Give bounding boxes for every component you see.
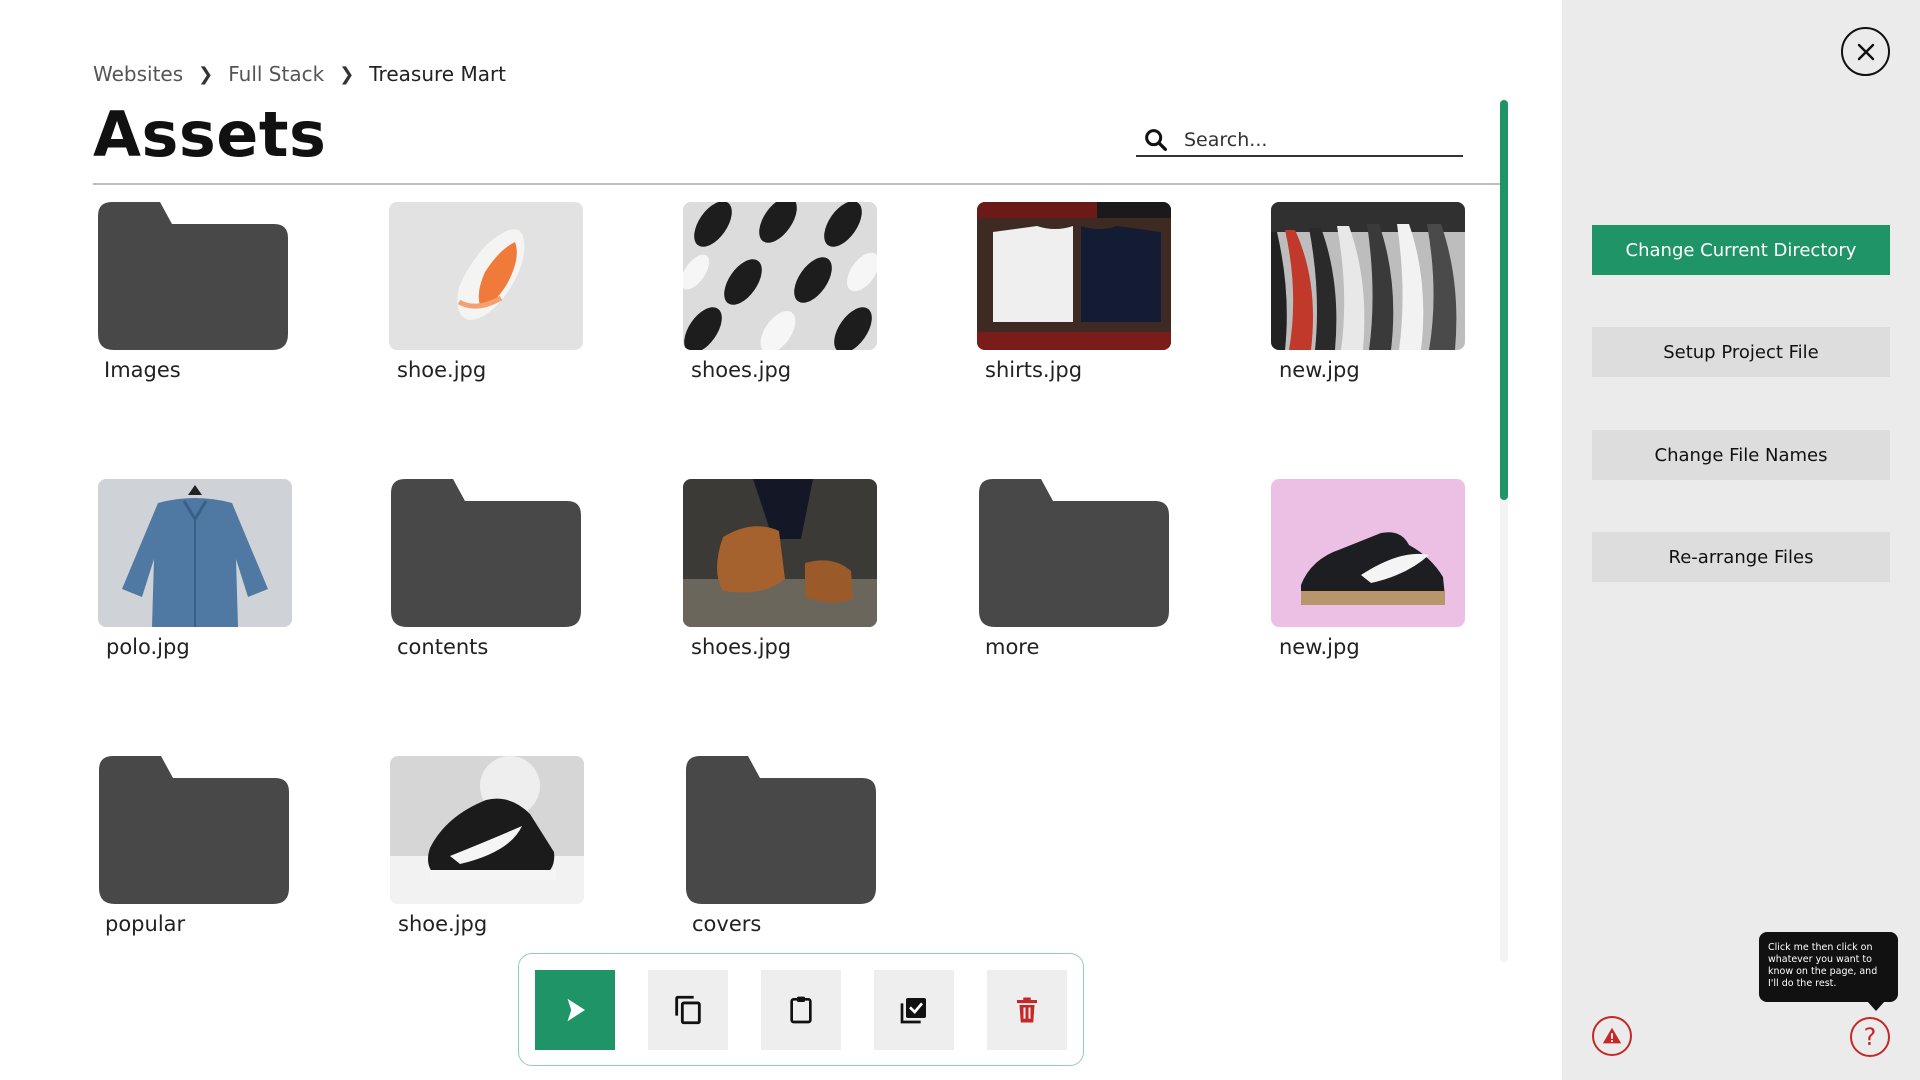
- setup-project-file-button[interactable]: Setup Project File: [1592, 327, 1890, 377]
- asset-name: covers: [692, 912, 762, 936]
- image-thumbnail: [1271, 479, 1465, 627]
- asset-tile[interactable]: new.jpg: [1271, 202, 1471, 402]
- breadcrumb-item-current: Treasure Mart: [369, 62, 507, 86]
- trash-icon: [1017, 997, 1037, 1023]
- asset-tile[interactable]: contents: [389, 479, 589, 679]
- pointer-tool-button[interactable]: [535, 970, 615, 1050]
- asset-name: more: [985, 635, 1040, 659]
- report-issue-button[interactable]: [1592, 1016, 1632, 1056]
- asset-name: popular: [105, 912, 186, 936]
- asset-tile[interactable]: shoe.jpg: [390, 756, 590, 956]
- clipboard-icon: [790, 996, 812, 1024]
- delete-button[interactable]: [987, 970, 1067, 1050]
- search-icon: [1145, 128, 1167, 151]
- asset-tile[interactable]: popular: [97, 756, 297, 956]
- asset-name: contents: [397, 635, 489, 659]
- change-file-names-button[interactable]: Change File Names: [1592, 430, 1890, 480]
- asset-tile[interactable]: more: [977, 479, 1177, 679]
- asset-tile[interactable]: covers: [684, 756, 884, 956]
- help-tooltip: Click me then click on whatever you want…: [1759, 932, 1898, 1011]
- asset-tile[interactable]: polo.jpg: [98, 479, 298, 679]
- file-toolbar: [518, 953, 1084, 1066]
- breadcrumb-item-full-stack[interactable]: Full Stack: [228, 62, 324, 86]
- question-mark-icon: ?: [1863, 1023, 1877, 1051]
- paste-button[interactable]: [761, 970, 841, 1050]
- scrollbar-thumb[interactable]: [1500, 100, 1508, 500]
- folder-icon: [99, 756, 289, 904]
- select-all-icon: [900, 998, 926, 1024]
- copy-icon: [675, 995, 701, 1025]
- folder-icon: [979, 479, 1169, 627]
- asset-name: shoes.jpg: [691, 358, 792, 382]
- breadcrumb-item-websites[interactable]: Websites: [93, 62, 183, 86]
- header-divider: [93, 183, 1500, 185]
- rearrange-files-button[interactable]: Re-arrange Files: [1592, 532, 1890, 582]
- warning-icon: [1602, 1027, 1622, 1044]
- asset-tile[interactable]: shoes.jpg: [683, 479, 883, 679]
- asset-name: polo.jpg: [106, 635, 190, 659]
- asset-name: shirts.jpg: [985, 358, 1083, 382]
- pointer-icon: [567, 998, 585, 1022]
- image-thumbnail: [977, 202, 1171, 350]
- main-panel: Websites ❯ Full Stack ❯ Treasure Mart As…: [0, 0, 1562, 1080]
- image-thumbnail: [98, 479, 292, 627]
- search-input[interactable]: [1184, 128, 1444, 151]
- asset-tile[interactable]: new.jpg: [1271, 479, 1471, 679]
- image-thumbnail: [683, 202, 877, 350]
- asset-name: new.jpg: [1279, 635, 1360, 659]
- folder-icon: [98, 202, 288, 350]
- folder-icon: [391, 479, 581, 627]
- asset-name: shoes.jpg: [691, 635, 792, 659]
- help-button[interactable]: ?: [1850, 1017, 1890, 1057]
- asset-tile[interactable]: Images: [96, 202, 296, 402]
- asset-tile[interactable]: shoe.jpg: [389, 202, 589, 402]
- select-all-button[interactable]: [874, 970, 954, 1050]
- search-bar: [1136, 124, 1463, 157]
- copy-button[interactable]: [648, 970, 728, 1050]
- close-button[interactable]: [1841, 27, 1890, 76]
- asset-name: Images: [104, 358, 181, 382]
- folder-icon: [686, 756, 876, 904]
- asset-tile[interactable]: shoes.jpg: [683, 202, 883, 402]
- image-thumbnail: [683, 479, 877, 627]
- asset-name: shoe.jpg: [398, 912, 488, 936]
- image-thumbnail: [1271, 202, 1465, 350]
- page-title: Assets: [93, 98, 327, 171]
- image-thumbnail: [390, 756, 584, 904]
- image-thumbnail: [389, 202, 583, 350]
- change-current-directory-button[interactable]: Change Current Directory: [1592, 225, 1890, 275]
- chevron-right-icon: ❯: [339, 63, 355, 85]
- chevron-right-icon: ❯: [198, 63, 214, 85]
- close-icon: [1857, 43, 1874, 60]
- asset-tile[interactable]: shirts.jpg: [977, 202, 1177, 402]
- breadcrumb: Websites ❯ Full Stack ❯ Treasure Mart: [93, 62, 506, 86]
- asset-name: new.jpg: [1279, 358, 1360, 382]
- asset-name: shoe.jpg: [397, 358, 487, 382]
